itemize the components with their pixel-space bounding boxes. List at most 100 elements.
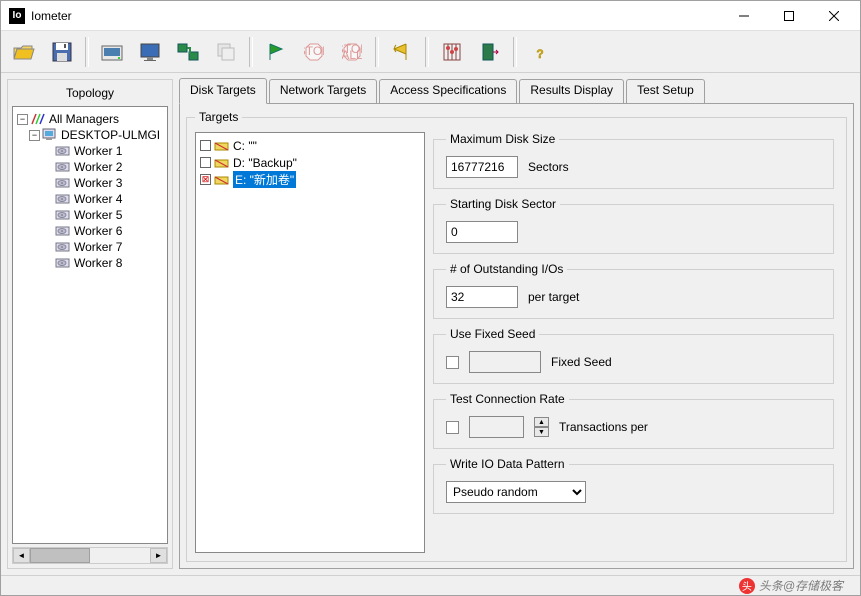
max-disk-size-group: Maximum Disk Size Sectors	[433, 132, 834, 189]
window-controls	[721, 2, 856, 30]
svg-text:ALL: ALL	[342, 48, 362, 62]
write-pattern-legend: Write IO Data Pattern	[446, 457, 569, 471]
disk-row[interactable]: D: "Backup"	[198, 154, 422, 171]
disk-checkbox[interactable]	[200, 157, 211, 168]
connection-rate-label: Transactions per	[559, 420, 648, 434]
outstanding-ios-group: # of Outstanding I/Os per target	[433, 262, 834, 319]
titlebar: Io Iometer	[1, 1, 860, 31]
worker-label: Worker 6	[74, 224, 122, 238]
worker-label: Worker 8	[74, 256, 122, 270]
connection-rate-input	[469, 416, 524, 438]
fixed-seed-checkbox[interactable]	[446, 356, 459, 369]
topology-title: Topology	[12, 84, 168, 106]
collapse-icon[interactable]: −	[17, 114, 28, 125]
tree-host[interactable]: − DESKTOP-ULMGI	[15, 127, 165, 143]
disk-icon-button[interactable]	[95, 35, 129, 69]
close-button[interactable]	[811, 2, 856, 30]
monitor-icon-button[interactable]	[133, 35, 167, 69]
worker-label: Worker 5	[74, 208, 122, 222]
svg-text:STOP: STOP	[304, 44, 324, 58]
disk-checkbox[interactable]: ⊠	[200, 174, 211, 185]
minimize-button[interactable]	[721, 2, 766, 30]
connection-rate-checkbox[interactable]	[446, 421, 459, 434]
params-column: Maximum Disk Size Sectors Starting Disk …	[433, 132, 838, 553]
tree-worker[interactable]: Worker 7	[15, 239, 165, 255]
managers-icon	[30, 112, 46, 126]
topology-tree[interactable]: − All Managers − DESKTOP-ULMGI Worker 1W…	[12, 106, 168, 544]
max-disk-size-input[interactable]	[446, 156, 518, 178]
spin-up-button[interactable]: ▲	[534, 417, 549, 427]
tree-worker[interactable]: Worker 5	[15, 207, 165, 223]
write-pattern-select[interactable]: Pseudo random	[446, 481, 586, 503]
disk-list[interactable]: C: "" D: "Backup" ⊠ E: "新加卷"	[195, 132, 425, 553]
tab-content: Targets C: "" D: "Backup" ⊠ E: "新加卷" Maximu…	[179, 103, 854, 569]
toolbar-separator	[513, 37, 517, 67]
connection-rate-spinner[interactable]: ▲ ▼	[534, 417, 549, 437]
disk-icon	[55, 240, 71, 254]
tree-worker[interactable]: Worker 3	[15, 175, 165, 191]
tree-worker[interactable]: Worker 1	[15, 143, 165, 159]
tree-worker[interactable]: Worker 8	[15, 255, 165, 271]
disk-icon	[55, 208, 71, 222]
connection-rate-legend: Test Connection Rate	[446, 392, 569, 406]
disk-checkbox[interactable]	[200, 140, 211, 151]
disk-icon	[55, 144, 71, 158]
collapse-icon[interactable]: −	[29, 130, 40, 141]
drive-icon	[214, 140, 230, 152]
help-button[interactable]: ?	[523, 35, 557, 69]
outstanding-ios-input[interactable]	[446, 286, 518, 308]
disk-row[interactable]: C: ""	[198, 137, 422, 154]
start-flag-button[interactable]	[259, 35, 293, 69]
scroll-thumb[interactable]	[30, 548, 90, 563]
drive-icon	[214, 157, 230, 169]
right-panel: Disk Targets Network Targets Access Spec…	[179, 79, 854, 569]
disk-label: D: "Backup"	[233, 156, 297, 170]
drive-icon	[214, 174, 230, 186]
tab-disk-targets[interactable]: Disk Targets	[179, 78, 267, 104]
toolbar-separator	[85, 37, 89, 67]
worker-label: Worker 4	[74, 192, 122, 206]
copy-icon-button[interactable]	[209, 35, 243, 69]
tree-worker[interactable]: Worker 2	[15, 159, 165, 175]
svg-text:?: ?	[536, 47, 543, 61]
connection-rate-group: Test Connection Rate ▲ ▼ Transactions pe…	[433, 392, 834, 449]
scroll-left-button[interactable]: ◄	[13, 548, 30, 563]
targets-legend: Targets	[195, 110, 242, 124]
tab-strip: Disk Targets Network Targets Access Spec…	[179, 79, 854, 103]
tree-host-label: DESKTOP-ULMGI	[61, 128, 160, 142]
maximize-button[interactable]	[766, 2, 811, 30]
disk-label: E: "新加卷"	[233, 171, 296, 188]
starting-sector-input[interactable]	[446, 221, 518, 243]
statusbar	[1, 575, 860, 595]
content-area: Topology − All Managers − DESKTOP-ULMGI …	[1, 73, 860, 575]
main-window: Io Iometer STOP STOPALL ? Topology	[0, 0, 861, 596]
starting-sector-legend: Starting Disk Sector	[446, 197, 560, 211]
network-icon-button[interactable]	[171, 35, 205, 69]
scroll-right-button[interactable]: ►	[150, 548, 167, 563]
spin-down-button[interactable]: ▼	[534, 427, 549, 437]
h-scrollbar[interactable]: ◄ ►	[12, 547, 168, 564]
tree-worker[interactable]: Worker 4	[15, 191, 165, 207]
stop-all-button[interactable]: STOPALL	[335, 35, 369, 69]
stop-button[interactable]: STOP	[297, 35, 331, 69]
tab-test-setup[interactable]: Test Setup	[626, 79, 705, 103]
abacus-icon-button[interactable]	[435, 35, 469, 69]
tab-access-specs[interactable]: Access Specifications	[379, 79, 517, 103]
computer-icon	[42, 128, 58, 142]
targets-fieldset: Targets C: "" D: "Backup" ⊠ E: "新加卷" Maximu…	[186, 110, 847, 562]
tab-results-display[interactable]: Results Display	[519, 79, 624, 103]
scroll-track[interactable]	[30, 548, 150, 563]
toolbar-separator	[249, 37, 253, 67]
save-button[interactable]	[45, 35, 79, 69]
exit-door-button[interactable]	[473, 35, 507, 69]
worker-label: Worker 3	[74, 176, 122, 190]
reset-flag-button[interactable]	[385, 35, 419, 69]
open-button[interactable]	[7, 35, 41, 69]
tree-root[interactable]: − All Managers	[15, 111, 165, 127]
tree-worker[interactable]: Worker 6	[15, 223, 165, 239]
disk-row[interactable]: ⊠ E: "新加卷"	[198, 171, 422, 188]
tab-network-targets[interactable]: Network Targets	[269, 79, 377, 103]
tree-root-label: All Managers	[49, 112, 119, 126]
disk-icon	[55, 176, 71, 190]
toolbar: STOP STOPALL ?	[1, 31, 860, 73]
